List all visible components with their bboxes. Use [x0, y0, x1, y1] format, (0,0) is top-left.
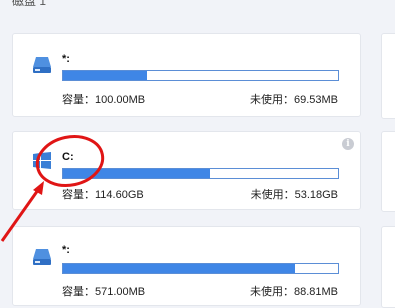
disk-heading: 磁盘 1 [12, 0, 47, 8]
partition-card[interactable]: *: 容量：571.00MB 未使用：88.81MB [12, 226, 361, 306]
partition-name: *: [62, 244, 70, 256]
usage-bar [62, 70, 339, 81]
hard-drive-icon [33, 57, 51, 73]
capacity-text: 容量：114.60GB [62, 189, 144, 201]
info-icon[interactable]: i [342, 138, 354, 150]
windows-drive-icon [33, 152, 51, 169]
partition-card-right[interactable] [381, 131, 395, 212]
capacity-text: 容量：571.00MB [62, 286, 146, 298]
usage-bar-fill [63, 264, 296, 273]
capacity-text: 容量：100.00MB [62, 94, 146, 106]
partition-name: *: [62, 53, 70, 65]
partition-card[interactable]: C: 容量：114.60GB 未使用：53.18GB i [12, 131, 361, 210]
usage-bar [62, 263, 339, 274]
free-space-text: 未使用：88.81MB [249, 286, 338, 298]
partition-card[interactable]: *: 容量：100.00MB 未使用：69.53MB [12, 33, 361, 117]
free-space-text: 未使用：53.18GB [250, 189, 338, 201]
free-space-text: 未使用：69.53MB [249, 94, 338, 106]
hard-drive-icon [33, 249, 51, 265]
partition-card-right[interactable] [381, 226, 395, 308]
usage-bar-fill [63, 169, 211, 178]
usage-bar [62, 168, 339, 179]
partition-name: C: [62, 151, 74, 163]
partition-card-right[interactable] [381, 33, 395, 119]
usage-bar-fill [63, 71, 147, 80]
